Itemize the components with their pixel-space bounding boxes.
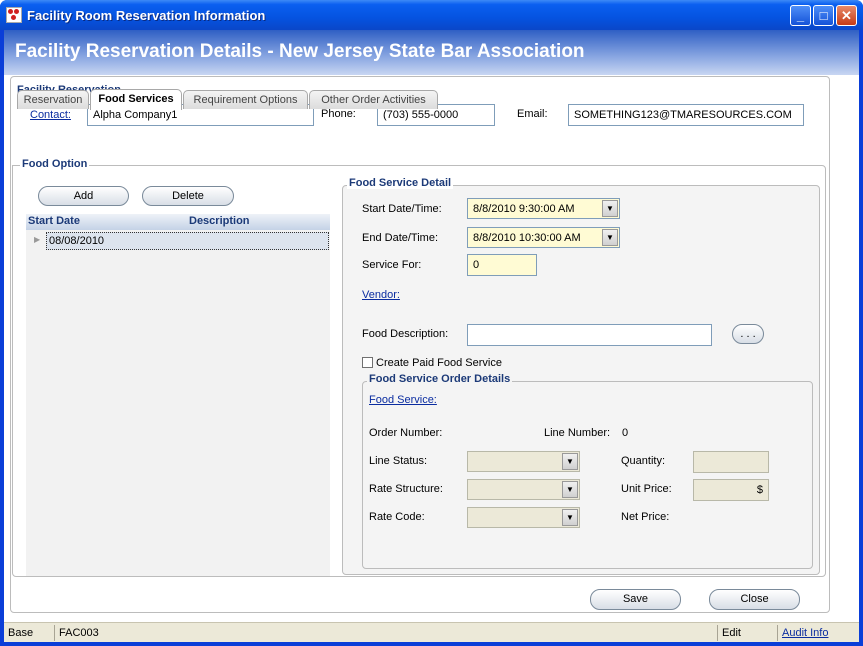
column-start-date[interactable]: Start Date: [28, 215, 80, 227]
order-details-group: [362, 381, 813, 569]
end-datetime-label: End Date/Time:: [362, 232, 439, 244]
add-button[interactable]: Add: [38, 186, 129, 206]
end-datetime-picker[interactable]: 8/8/2010 10:30:00 AM ▼: [467, 227, 620, 248]
rate-structure-label: Rate Structure:: [369, 483, 443, 495]
service-for-field[interactable]: 0: [467, 254, 537, 276]
tab-other-order-activities[interactable]: Other Order Activities: [309, 90, 438, 109]
rate-structure-select[interactable]: ▼: [467, 479, 580, 500]
unit-price-field[interactable]: $: [693, 479, 769, 501]
rate-code-label: Rate Code:: [369, 511, 425, 523]
unit-price-label: Unit Price:: [621, 483, 672, 495]
food-option-grid: Start Date Description ▶ 08/08/2010: [26, 214, 330, 576]
delete-button[interactable]: Delete: [142, 186, 234, 206]
chevron-down-icon[interactable]: ▼: [562, 509, 578, 526]
end-datetime-value: 8/8/2010 10:30:00 AM: [473, 232, 581, 244]
order-details-label: Food Service Order Details: [367, 373, 513, 385]
start-datetime-label: Start Date/Time:: [362, 203, 442, 215]
save-button[interactable]: Save: [590, 589, 681, 610]
email-field[interactable]: SOMETHING123@TMARESOURCES.COM: [568, 104, 804, 126]
food-service-link[interactable]: Food Service:: [369, 394, 437, 406]
create-paid-food-service-label: Create Paid Food Service: [376, 357, 502, 369]
title-bar: Facility Room Reservation Information _ …: [0, 0, 863, 30]
service-for-label: Service For:: [362, 259, 422, 271]
chevron-down-icon[interactable]: ▼: [602, 229, 618, 246]
status-code: FAC003: [54, 625, 717, 641]
vendor-link[interactable]: Vendor:: [362, 289, 400, 301]
column-description[interactable]: Description: [189, 215, 250, 227]
start-datetime-picker[interactable]: 8/8/2010 9:30:00 AM ▼: [467, 198, 620, 219]
status-bar: Base FAC003 Edit Audit Info: [4, 622, 859, 642]
phone-label: Phone:: [321, 108, 356, 120]
chevron-down-icon[interactable]: ▼: [562, 453, 578, 470]
order-number-label: Order Number:: [369, 427, 443, 439]
status-mode: Base: [8, 627, 34, 639]
app-window: Facility Room Reservation Information _ …: [0, 0, 863, 646]
tab-reservation[interactable]: Reservation: [17, 90, 89, 109]
food-service-detail-label: Food Service Detail: [347, 177, 454, 189]
tab-food-services[interactable]: Food Services: [90, 89, 182, 110]
line-status-select[interactable]: ▼: [467, 451, 580, 472]
table-row[interactable]: ▶ 08/08/2010: [26, 231, 330, 251]
contact-link[interactable]: Contact:: [30, 109, 71, 121]
close-window-button[interactable]: ✕: [836, 5, 857, 26]
maximize-button[interactable]: □: [813, 5, 834, 26]
food-option-label: Food Option: [20, 158, 90, 170]
food-description-field[interactable]: [467, 324, 712, 346]
line-number-value: 0: [622, 427, 629, 439]
net-price-label: Net Price:: [621, 511, 670, 523]
chevron-down-icon[interactable]: ▼: [602, 200, 618, 217]
start-date-cell[interactable]: 08/08/2010: [46, 232, 329, 250]
grid-header: Start Date Description: [26, 214, 330, 230]
chevron-down-icon[interactable]: ▼: [562, 481, 578, 498]
minimize-button[interactable]: _: [790, 5, 811, 26]
page-title: Facility Reservation Details - New Jerse…: [4, 30, 859, 75]
close-button[interactable]: Close: [709, 589, 800, 610]
status-state: Edit: [717, 625, 777, 641]
start-datetime-value: 8/8/2010 9:30:00 AM: [473, 203, 575, 215]
quantity-field[interactable]: [693, 451, 769, 473]
line-number-label: Line Number:: [544, 427, 611, 439]
window-title: Facility Room Reservation Information: [27, 8, 266, 23]
tab-requirement-options[interactable]: Requirement Options: [183, 90, 308, 109]
email-label: Email:: [517, 108, 548, 120]
triangle-right-icon: ▶: [34, 235, 41, 244]
audit-info-link[interactable]: Audit Info: [777, 625, 847, 641]
food-description-label: Food Description:: [362, 328, 449, 340]
client-area: Facility Reservation Details - New Jerse…: [4, 30, 859, 642]
quantity-label: Quantity:: [621, 455, 666, 467]
rate-code-select[interactable]: ▼: [467, 507, 580, 528]
ellipsis-button[interactable]: . . .: [732, 324, 764, 344]
line-status-label: Line Status:: [369, 455, 428, 467]
create-paid-food-service-checkbox[interactable]: [362, 357, 373, 368]
app-icon: [6, 7, 22, 23]
